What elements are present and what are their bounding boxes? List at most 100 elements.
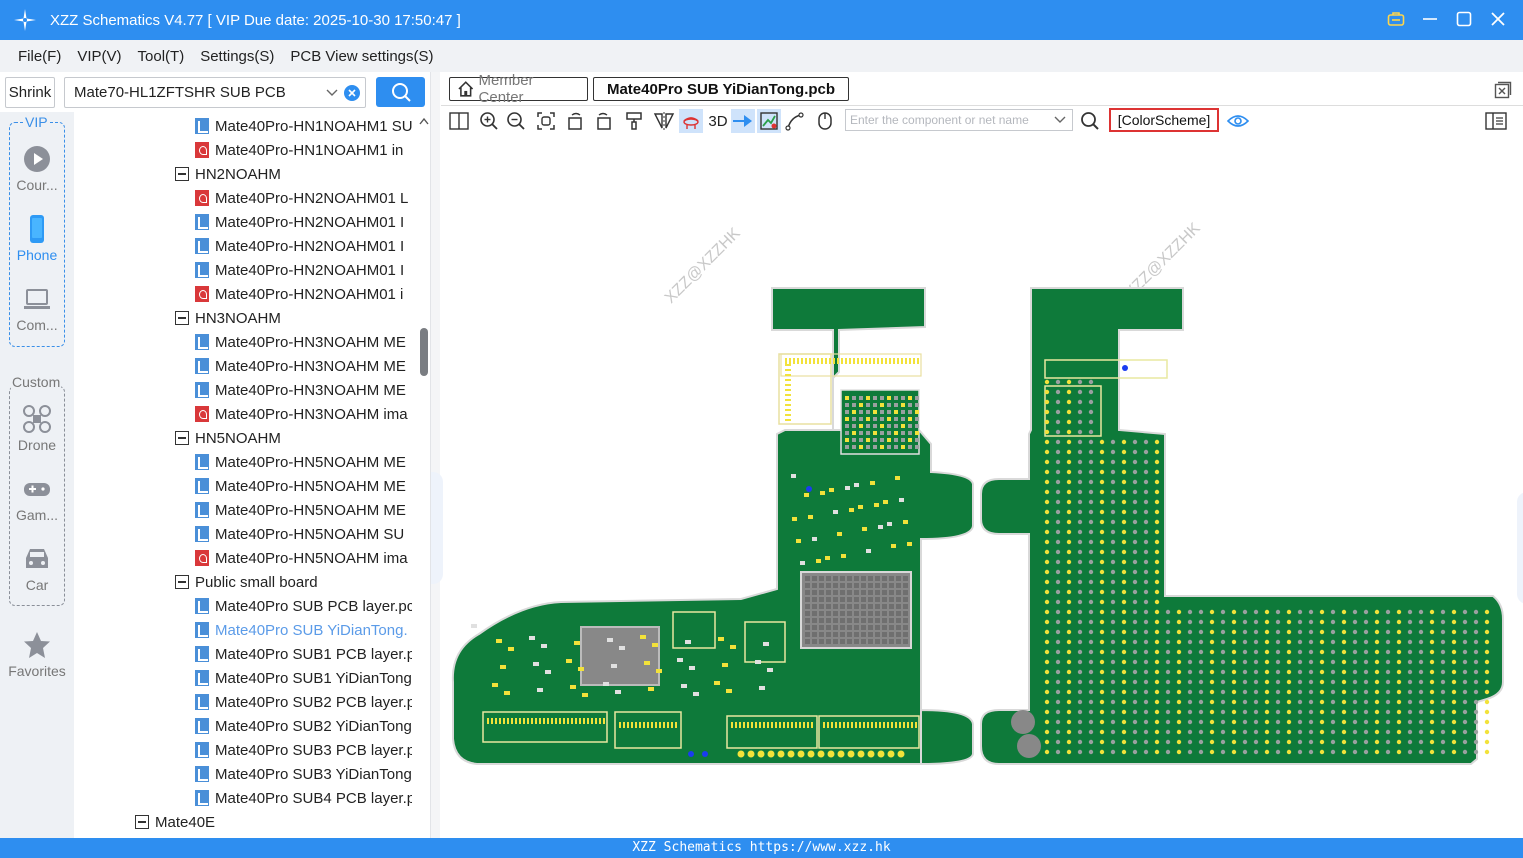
net-trace-icon[interactable] bbox=[757, 109, 781, 133]
component-search-input[interactable]: Enter the component or net name bbox=[845, 109, 1073, 131]
tree-file-item[interactable]: Mate40Pro SUB2 YiDianTong bbox=[195, 714, 412, 738]
tree-file-item[interactable]: Mate40Pro SUB PCB layer.pc bbox=[195, 594, 412, 618]
tree-file-item[interactable]: Mate40Pro-HN2NOAHM01 i bbox=[195, 282, 403, 306]
tree-file-item[interactable]: Mate40Pro-HN5NOAHM ME bbox=[195, 450, 406, 474]
test-point-2[interactable] bbox=[688, 751, 694, 757]
category-favorites[interactable]: Favorites bbox=[0, 630, 74, 679]
collapse-right-handle[interactable] bbox=[1517, 492, 1523, 604]
tree-group[interactable]: HN5NOAHM bbox=[175, 426, 281, 450]
scrollbar-thumb[interactable] bbox=[420, 328, 428, 376]
pcb-board-view[interactable]: XZZ@XZZHK XZZ@XZZHK bbox=[441, 134, 1523, 838]
paint-brush-icon[interactable] bbox=[622, 109, 646, 133]
tree-file-item[interactable]: Mate40Pro-HN1NOAHM1 SU bbox=[195, 114, 412, 138]
search-button[interactable] bbox=[376, 77, 425, 107]
tree-group[interactable]: Mate40E bbox=[135, 810, 215, 834]
tree-file-item[interactable]: Mate40Pro-HN2NOAHM01 I bbox=[195, 210, 404, 234]
highlight-net-icon[interactable] bbox=[679, 109, 703, 133]
tree-file-item[interactable]: Mate40Pro SUB1 YiDianTong bbox=[195, 666, 412, 690]
tab-member-center[interactable]: Member Center bbox=[449, 72, 588, 106]
tree-file-item[interactable]: Mate40Pro SUB3 PCB layer.p bbox=[195, 738, 412, 762]
tree-file-item[interactable]: Mate40Pro-HN5NOAHM ME bbox=[195, 474, 406, 498]
tree-file-item[interactable]: Mate40Pro-HN3NOAHM ME bbox=[195, 330, 406, 354]
tree-file-item[interactable]: Mate40Pro SUB3 YiDianTong bbox=[195, 762, 412, 786]
pcb-pad bbox=[857, 358, 859, 364]
test-point-3[interactable] bbox=[702, 751, 708, 757]
tree-file-item[interactable]: Mate40Pro-HN5NOAHM SU bbox=[195, 522, 404, 546]
vip-bag-icon[interactable] bbox=[1385, 8, 1407, 30]
pcb-pad bbox=[1110, 579, 1116, 585]
fit-view-icon[interactable] bbox=[534, 109, 558, 133]
split-view-icon[interactable] bbox=[447, 109, 471, 133]
tree-file-item[interactable]: Mate40Pro-HN2NOAHM01 I bbox=[195, 258, 404, 282]
tree-file-item[interactable]: Mate40Pro-HN3NOAHM ME bbox=[195, 378, 406, 402]
panel-divider[interactable] bbox=[430, 72, 440, 838]
side-panel-toggle-icon[interactable] bbox=[1484, 109, 1508, 133]
color-scheme-button[interactable]: [ColorScheme] bbox=[1109, 108, 1219, 132]
tree-file-item[interactable]: Mate40Pro SUB4 PCB layer.p bbox=[195, 786, 412, 810]
shrink-button[interactable]: Shrink bbox=[5, 77, 55, 108]
zoom-out-icon[interactable] bbox=[504, 109, 528, 133]
model-select[interactable]: Mate70-HL1ZFTSHR SUB PCB bbox=[64, 77, 366, 108]
category-car[interactable]: Car bbox=[0, 544, 74, 593]
tree-file-item[interactable]: Mate40Pro-HN2NOAHM01 I bbox=[195, 234, 404, 258]
collapse-left-handle[interactable] bbox=[431, 472, 443, 584]
rotate-right-icon[interactable] bbox=[591, 109, 615, 133]
pcb-canvas[interactable]: XZZ@XZZHK XZZ@XZZHK bbox=[431, 134, 1523, 838]
clear-icon[interactable] bbox=[344, 85, 360, 101]
tree-file-item[interactable]: Mate40Pro SUB1 PCB layer.p bbox=[195, 642, 412, 666]
pcb-pad bbox=[805, 576, 810, 581]
collapse-minus-icon[interactable] bbox=[175, 167, 189, 181]
rotate-left-icon[interactable] bbox=[564, 109, 588, 133]
pin-arrow-icon[interactable] bbox=[731, 109, 755, 133]
pcb-pad bbox=[1099, 679, 1105, 685]
pcb-pad bbox=[591, 718, 593, 724]
chip-main[interactable] bbox=[580, 626, 660, 686]
test-point-4[interactable] bbox=[806, 486, 812, 492]
tree-file-item[interactable]: Mate40Pro-HN2NOAHM01 L bbox=[195, 186, 408, 210]
mouse-icon[interactable] bbox=[813, 109, 837, 133]
category-drone[interactable]: Drone bbox=[0, 404, 74, 453]
eye-icon[interactable] bbox=[1226, 109, 1250, 133]
tree-group[interactable]: Public small board bbox=[175, 570, 318, 594]
tree-file-item[interactable]: Mate40Pro-HN1NOAHM1 in bbox=[195, 138, 403, 162]
pcb-pad bbox=[880, 396, 884, 400]
category-gaming[interactable]: Gam... bbox=[0, 474, 74, 523]
chevron-down-icon[interactable] bbox=[1054, 114, 1066, 126]
tab-active-pcb[interactable]: Mate40Pro SUB YiDianTong.pcb bbox=[593, 77, 849, 101]
test-point-1[interactable] bbox=[1122, 365, 1128, 371]
collapse-minus-icon[interactable] bbox=[175, 431, 189, 445]
menu-settings[interactable]: Settings(S) bbox=[200, 48, 274, 65]
tree-group[interactable]: HN3NOAHM bbox=[175, 306, 281, 330]
category-computer[interactable]: Com... bbox=[0, 284, 74, 333]
collapse-minus-icon[interactable] bbox=[175, 575, 189, 589]
chevron-down-icon[interactable] bbox=[325, 86, 339, 100]
view-3d-button[interactable]: 3D bbox=[704, 109, 732, 133]
category-courses[interactable]: Cour... bbox=[0, 144, 74, 193]
close-all-tabs-icon[interactable] bbox=[1494, 81, 1512, 99]
collapse-minus-icon[interactable] bbox=[175, 311, 189, 325]
connector-top-left[interactable] bbox=[780, 353, 922, 377]
mirror-icon[interactable] bbox=[652, 109, 676, 133]
tree-group[interactable]: HN2NOAHM bbox=[175, 162, 281, 186]
collapse-minus-icon[interactable] bbox=[135, 815, 149, 829]
zoom-in-icon[interactable] bbox=[477, 109, 501, 133]
tree-scrollbar[interactable] bbox=[418, 112, 430, 838]
close-icon[interactable] bbox=[1487, 8, 1509, 30]
menu-pcb-view-settings[interactable]: PCB View settings(S) bbox=[290, 48, 433, 65]
tree-file-item[interactable]: Mate40Pro-HN3NOAHM ME bbox=[195, 354, 406, 378]
tree-file-item[interactable]: Mate40Pro-HN5NOAHM ima bbox=[195, 546, 408, 570]
menu-vip[interactable]: VIP(V) bbox=[77, 48, 121, 65]
menu-tool[interactable]: Tool(T) bbox=[138, 48, 185, 65]
tree-file-item[interactable]: Mate40Pro SUB2 PCB layer.p bbox=[195, 690, 412, 714]
tree-file-item[interactable]: Mate40Pro-HN5NOAHM ME bbox=[195, 498, 406, 522]
minimize-icon[interactable] bbox=[1419, 8, 1441, 30]
menu-file[interactable]: File(F) bbox=[18, 48, 61, 65]
tree-file-item[interactable]: Mate40Pro SUB YiDianTong. bbox=[195, 618, 408, 642]
tree-file-item[interactable]: Mate40Pro-HN3NOAHM ima bbox=[195, 402, 408, 426]
measure-icon[interactable] bbox=[783, 109, 807, 133]
maximize-icon[interactable] bbox=[1453, 8, 1475, 30]
component-search-icon[interactable] bbox=[1078, 109, 1102, 133]
category-phone[interactable]: Phone bbox=[0, 214, 74, 263]
screw-hole-1[interactable] bbox=[1011, 710, 1035, 734]
screw-hole-2[interactable] bbox=[1017, 734, 1041, 758]
